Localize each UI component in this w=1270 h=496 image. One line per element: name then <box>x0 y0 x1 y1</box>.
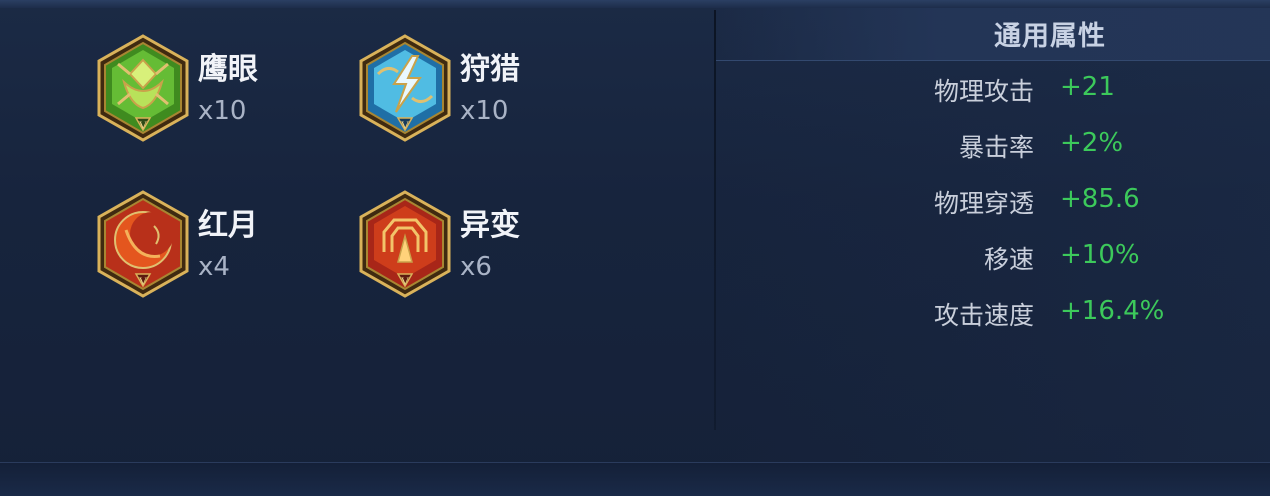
top-border <box>0 0 1270 8</box>
stat-label: 物理攻击 <box>933 77 1034 106</box>
stat-label: 攻击速度 <box>933 301 1034 330</box>
red-mutation-rune-icon: V <box>359 190 451 298</box>
stat-row-move-speed: 移速 +10% <box>880 240 1260 280</box>
svg-text:V: V <box>401 274 410 288</box>
svg-text:V: V <box>139 118 148 132</box>
stat-label: 物理穿透 <box>933 189 1034 218</box>
stat-row-physical-attack: 物理攻击 +21 <box>880 72 1260 112</box>
stat-label: 移速 <box>983 245 1034 274</box>
rune-item-hunt[interactable]: V 狩猎 x10 <box>358 34 618 144</box>
rune-item-eagle-eye[interactable]: V 鹰眼 x10 <box>96 34 356 144</box>
stat-row-physical-penetration: 物理穿透 +85.6 <box>880 184 1260 224</box>
rune-count: x10 <box>460 96 509 126</box>
stat-row-attack-speed: 攻击速度 +16.4% <box>880 296 1260 336</box>
blue-lightning-hunt-rune-icon: V <box>359 34 451 142</box>
rune-summary-screen: V 鹰眼 x10 V 狩猎 x10 V 红月 x4 V 异变 x6 通用属性 物… <box>0 0 1270 496</box>
svg-text:V: V <box>139 274 148 288</box>
rune-count: x4 <box>198 252 230 282</box>
rune-name: 鹰眼 <box>198 52 258 87</box>
red-moon-rune-icon: V <box>97 190 189 298</box>
rune-count: x10 <box>198 96 247 126</box>
stat-value: +2% <box>1060 128 1124 158</box>
rune-item-mutation[interactable]: V 异变 x6 <box>358 190 618 300</box>
stat-label: 暴击率 <box>958 133 1034 162</box>
svg-text:V: V <box>401 118 410 132</box>
green-eagle-eye-rune-icon: V <box>97 34 189 142</box>
rune-name: 狩猎 <box>460 52 520 87</box>
stat-value: +16.4% <box>1060 296 1165 326</box>
stat-value: +85.6 <box>1060 184 1140 214</box>
rune-name: 红月 <box>198 208 258 243</box>
panel-divider <box>714 10 716 430</box>
rune-count: x6 <box>460 252 492 282</box>
rune-name: 异变 <box>460 208 520 243</box>
rune-item-red-moon[interactable]: V 红月 x4 <box>96 190 356 300</box>
bottom-border <box>0 462 1270 496</box>
stat-row-crit-rate: 暴击率 +2% <box>880 128 1260 168</box>
attributes-title: 通用属性 <box>994 21 1106 52</box>
stat-value: +10% <box>1060 240 1140 270</box>
stat-value: +21 <box>1060 72 1115 102</box>
